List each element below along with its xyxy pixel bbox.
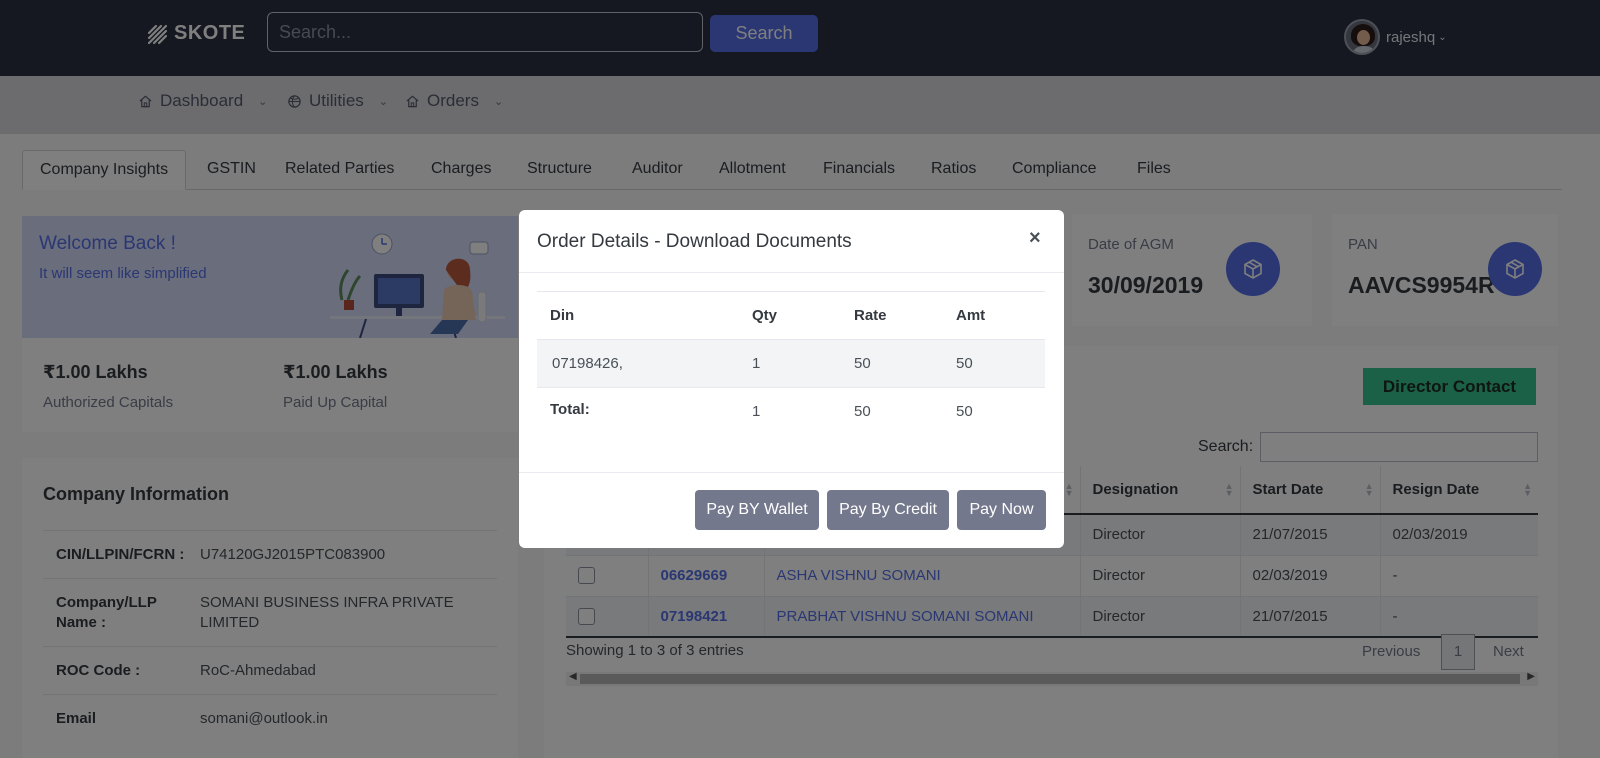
- pay-now-button[interactable]: Pay Now: [957, 490, 1046, 530]
- din-cell: 07198426,: [537, 339, 739, 388]
- divider: [519, 272, 1064, 273]
- pay-by-credit-button[interactable]: Pay By Credit: [827, 490, 949, 530]
- close-icon[interactable]: ×: [1029, 227, 1041, 250]
- col-qty: Qty: [739, 291, 841, 340]
- total-amt: 50: [956, 403, 973, 421]
- order-details-modal: Order Details - Download Documents × Din…: [519, 210, 1064, 548]
- divider: [519, 472, 1064, 473]
- order-table: Din Qty Rate Amt 07198426, 1 50 50 Total…: [537, 291, 1045, 436]
- col-din: Din: [537, 291, 739, 340]
- table-row: 07198426, 1 50 50: [537, 339, 1045, 388]
- modal-title: Order Details - Download Documents: [537, 231, 852, 252]
- pay-by-wallet-button[interactable]: Pay BY Wallet: [695, 490, 819, 530]
- total-qty: 1: [752, 403, 761, 421]
- total-row: Total: 1 50 50: [537, 388, 1045, 436]
- rate-cell: 50: [841, 339, 943, 388]
- qty-cell: 1: [739, 339, 841, 388]
- total-rate: 50: [854, 403, 871, 421]
- col-rate: Rate: [841, 291, 943, 340]
- total-label: Total:: [550, 401, 590, 418]
- col-amt: Amt: [943, 291, 1045, 340]
- amt-cell: 50: [943, 339, 1045, 388]
